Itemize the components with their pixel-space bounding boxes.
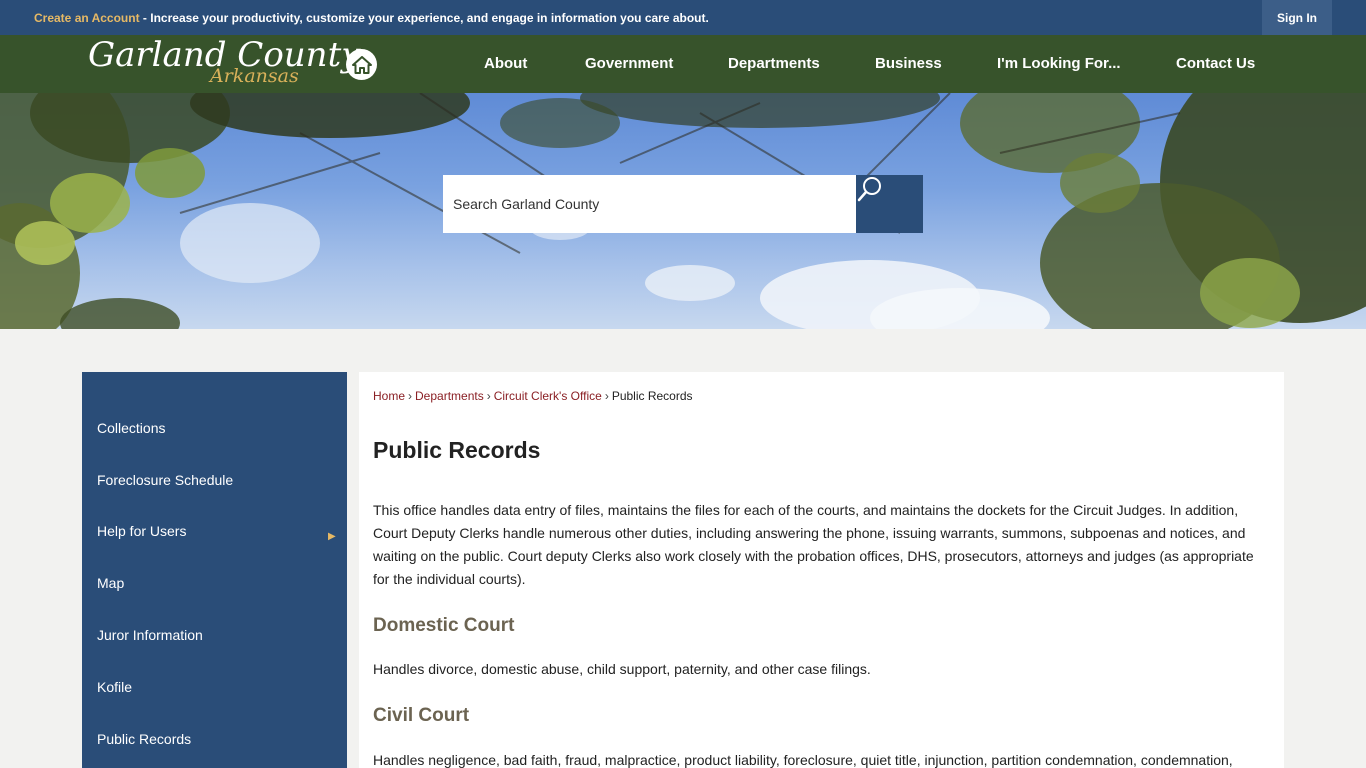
sidebar-item-kofile[interactable]: Kofile bbox=[97, 679, 132, 695]
sidebar-item-help-for-users[interactable]: Help for Users bbox=[97, 523, 186, 539]
breadcrumb-circuit-clerk[interactable]: Circuit Clerk's Office bbox=[494, 389, 602, 403]
main-content: Home › Departments › Circuit Clerk's Office ›… bbox=[359, 372, 1284, 768]
search-icon bbox=[857, 177, 881, 202]
hero-banner bbox=[0, 93, 1366, 329]
sign-in-button[interactable]: Sign In bbox=[1262, 0, 1332, 35]
sidebar-item-foreclosure-schedule[interactable]: Foreclosure Schedule bbox=[97, 472, 233, 488]
sidebar-item-map[interactable]: Map bbox=[97, 575, 124, 591]
sidebar-navigation: Collections Foreclosure Schedule Help fo… bbox=[82, 372, 347, 768]
nav-about[interactable]: About bbox=[484, 55, 527, 72]
nav-contact-us[interactable]: Contact Us bbox=[1176, 55, 1255, 72]
logo-subtitle: Arkansas bbox=[210, 65, 299, 87]
top-utility-bar: Create an Account - Increase your produc… bbox=[0, 0, 1366, 35]
account-promo: Create an Account - Increase your produc… bbox=[34, 11, 709, 25]
breadcrumb: Home › Departments › Circuit Clerk's Office ›… bbox=[373, 389, 693, 403]
nav-government[interactable]: Government bbox=[585, 55, 673, 72]
sidebar-item-juror-information[interactable]: Juror Information bbox=[97, 627, 203, 643]
breadcrumb-separator: › bbox=[486, 389, 491, 403]
page-title: Public Records bbox=[373, 437, 541, 463]
section-heading-civil-court: Civil Court bbox=[373, 705, 470, 726]
search-button[interactable] bbox=[856, 175, 923, 233]
promo-text: - Increase your productivity, customize … bbox=[139, 11, 709, 25]
section-text-civil-court: Handles negligence, bad faith, fraud, ma… bbox=[373, 752, 1233, 768]
nav-business[interactable]: Business bbox=[875, 55, 942, 72]
breadcrumb-separator: › bbox=[408, 389, 413, 403]
section-heading-domestic-court: Domestic Court bbox=[373, 615, 515, 636]
home-button[interactable] bbox=[346, 49, 377, 80]
sidebar-item-public-records[interactable]: Public Records bbox=[97, 731, 191, 747]
create-account-link[interactable]: Create an Account bbox=[34, 11, 140, 25]
search-box bbox=[443, 175, 923, 233]
breadcrumb-separator: › bbox=[604, 389, 609, 403]
nav-looking-for[interactable]: I'm Looking For... bbox=[997, 55, 1121, 72]
main-navigation-bar: Garland County Arkansas About Government… bbox=[0, 35, 1366, 93]
breadcrumb-home[interactable]: Home bbox=[373, 389, 405, 403]
sidebar-item-collections[interactable]: Collections bbox=[97, 420, 165, 436]
breadcrumb-current: Public Records bbox=[611, 389, 693, 403]
home-icon bbox=[351, 55, 372, 74]
nav-departments[interactable]: Departments bbox=[728, 55, 820, 72]
search-input[interactable] bbox=[443, 175, 856, 233]
section-text-domestic-court: Handles divorce, domestic abuse, child s… bbox=[373, 661, 871, 677]
breadcrumb-departments[interactable]: Departments bbox=[415, 389, 484, 403]
submenu-arrow-icon[interactable]: ▶ bbox=[328, 531, 336, 542]
intro-paragraph: This office handles data entry of files,… bbox=[373, 502, 1254, 587]
site-logo[interactable]: Garland County Arkansas bbox=[86, 35, 360, 93]
